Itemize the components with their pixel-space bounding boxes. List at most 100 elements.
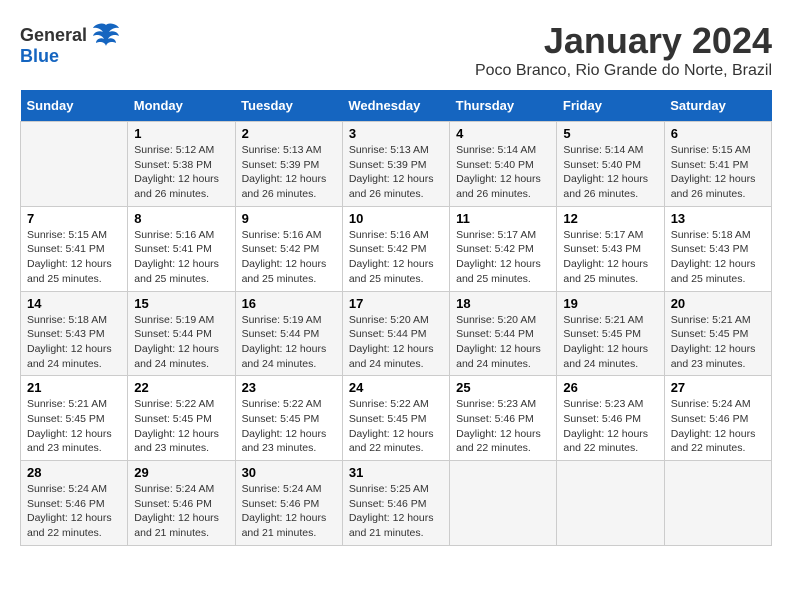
day-number: 5 <box>563 126 657 141</box>
day-info: Sunrise: 5:14 AM Sunset: 5:40 PM Dayligh… <box>456 143 550 202</box>
calendar-week-row: 1 Sunrise: 5:12 AM Sunset: 5:38 PM Daylig… <box>21 122 772 207</box>
day-info: Sunrise: 5:13 AM Sunset: 5:39 PM Dayligh… <box>349 143 443 202</box>
day-info: Sunrise: 5:22 AM Sunset: 5:45 PM Dayligh… <box>134 397 228 456</box>
calendar-cell: 23 Sunrise: 5:22 AM Sunset: 5:45 PM Dayli… <box>235 376 342 461</box>
calendar-cell: 18 Sunrise: 5:20 AM Sunset: 5:44 PM Dayli… <box>450 291 557 376</box>
day-number: 23 <box>242 380 336 395</box>
calendar-cell <box>557 461 664 546</box>
day-info: Sunrise: 5:14 AM Sunset: 5:40 PM Dayligh… <box>563 143 657 202</box>
calendar-cell: 10 Sunrise: 5:16 AM Sunset: 5:42 PM Dayli… <box>342 206 449 291</box>
day-number: 26 <box>563 380 657 395</box>
day-info: Sunrise: 5:15 AM Sunset: 5:41 PM Dayligh… <box>671 143 765 202</box>
day-info: Sunrise: 5:25 AM Sunset: 5:46 PM Dayligh… <box>349 482 443 541</box>
day-info: Sunrise: 5:22 AM Sunset: 5:45 PM Dayligh… <box>349 397 443 456</box>
calendar-cell: 31 Sunrise: 5:25 AM Sunset: 5:46 PM Dayli… <box>342 461 449 546</box>
day-info: Sunrise: 5:21 AM Sunset: 5:45 PM Dayligh… <box>27 397 121 456</box>
day-info: Sunrise: 5:21 AM Sunset: 5:45 PM Dayligh… <box>563 313 657 372</box>
calendar-table: SundayMondayTuesdayWednesdayThursdayFrid… <box>20 90 772 546</box>
day-number: 24 <box>349 380 443 395</box>
logo-blue: Blue <box>20 46 59 67</box>
day-number: 7 <box>27 211 121 226</box>
day-info: Sunrise: 5:24 AM Sunset: 5:46 PM Dayligh… <box>27 482 121 541</box>
month-year-title: January 2024 <box>475 20 772 62</box>
calendar-cell: 16 Sunrise: 5:19 AM Sunset: 5:44 PM Dayli… <box>235 291 342 376</box>
calendar-cell: 1 Sunrise: 5:12 AM Sunset: 5:38 PM Daylig… <box>128 122 235 207</box>
calendar-cell: 2 Sunrise: 5:13 AM Sunset: 5:39 PM Daylig… <box>235 122 342 207</box>
day-number: 3 <box>349 126 443 141</box>
day-number: 30 <box>242 465 336 480</box>
calendar-cell: 11Sunrise: 5:17 AM Sunset: 5:42 PM Dayli… <box>450 206 557 291</box>
calendar-cell: 19Sunrise: 5:21 AM Sunset: 5:45 PM Dayli… <box>557 291 664 376</box>
day-info: Sunrise: 5:18 AM Sunset: 5:43 PM Dayligh… <box>671 228 765 287</box>
day-number: 17 <box>349 296 443 311</box>
day-number: 22 <box>134 380 228 395</box>
day-header-friday: Friday <box>557 90 664 122</box>
title-section: January 2024 Poco Branco, Rio Grande do … <box>475 20 772 80</box>
calendar-cell <box>21 122 128 207</box>
calendar-cell: 26 Sunrise: 5:23 AM Sunset: 5:46 PM Dayli… <box>557 376 664 461</box>
calendar-week-row: 28Sunrise: 5:24 AM Sunset: 5:46 PM Dayli… <box>21 461 772 546</box>
location-subtitle: Poco Branco, Rio Grande do Norte, Brazil <box>475 62 772 80</box>
page-header: General Blue January 2024 Poco Branco, R… <box>20 20 772 80</box>
calendar-cell: 12 Sunrise: 5:17 AM Sunset: 5:43 PM Dayli… <box>557 206 664 291</box>
day-info: Sunrise: 5:17 AM Sunset: 5:43 PM Dayligh… <box>563 228 657 287</box>
calendar-cell: 28Sunrise: 5:24 AM Sunset: 5:46 PM Dayli… <box>21 461 128 546</box>
calendar-cell: 24 Sunrise: 5:22 AM Sunset: 5:45 PM Dayli… <box>342 376 449 461</box>
day-number: 14 <box>27 296 121 311</box>
logo: General Blue <box>20 20 121 67</box>
day-info: Sunrise: 5:16 AM Sunset: 5:42 PM Dayligh… <box>242 228 336 287</box>
calendar-cell <box>450 461 557 546</box>
calendar-cell: 5 Sunrise: 5:14 AM Sunset: 5:40 PM Daylig… <box>557 122 664 207</box>
day-number: 1 <box>134 126 228 141</box>
day-number: 16 <box>242 296 336 311</box>
day-header-tuesday: Tuesday <box>235 90 342 122</box>
calendar-week-row: 7 Sunrise: 5:15 AM Sunset: 5:41 PM Daylig… <box>21 206 772 291</box>
day-number: 31 <box>349 465 443 480</box>
day-info: Sunrise: 5:17 AM Sunset: 5:42 PM Dayligh… <box>456 228 550 287</box>
day-info: Sunrise: 5:20 AM Sunset: 5:44 PM Dayligh… <box>456 313 550 372</box>
calendar-week-row: 21 Sunrise: 5:21 AM Sunset: 5:45 PM Dayli… <box>21 376 772 461</box>
day-number: 6 <box>671 126 765 141</box>
day-info: Sunrise: 5:16 AM Sunset: 5:42 PM Dayligh… <box>349 228 443 287</box>
day-info: Sunrise: 5:19 AM Sunset: 5:44 PM Dayligh… <box>242 313 336 372</box>
day-info: Sunrise: 5:22 AM Sunset: 5:45 PM Dayligh… <box>242 397 336 456</box>
day-info: Sunrise: 5:21 AM Sunset: 5:45 PM Dayligh… <box>671 313 765 372</box>
day-info: Sunrise: 5:24 AM Sunset: 5:46 PM Dayligh… <box>671 397 765 456</box>
day-number: 20 <box>671 296 765 311</box>
day-info: Sunrise: 5:23 AM Sunset: 5:46 PM Dayligh… <box>563 397 657 456</box>
day-header-sunday: Sunday <box>21 90 128 122</box>
calendar-header-row: SundayMondayTuesdayWednesdayThursdayFrid… <box>21 90 772 122</box>
day-header-saturday: Saturday <box>664 90 771 122</box>
day-header-wednesday: Wednesday <box>342 90 449 122</box>
day-info: Sunrise: 5:16 AM Sunset: 5:41 PM Dayligh… <box>134 228 228 287</box>
day-info: Sunrise: 5:13 AM Sunset: 5:39 PM Dayligh… <box>242 143 336 202</box>
day-number: 9 <box>242 211 336 226</box>
calendar-cell: 14Sunrise: 5:18 AM Sunset: 5:43 PM Dayli… <box>21 291 128 376</box>
day-number: 4 <box>456 126 550 141</box>
day-number: 10 <box>349 211 443 226</box>
calendar-cell: 15Sunrise: 5:19 AM Sunset: 5:44 PM Dayli… <box>128 291 235 376</box>
calendar-cell: 6 Sunrise: 5:15 AM Sunset: 5:41 PM Daylig… <box>664 122 771 207</box>
day-info: Sunrise: 5:20 AM Sunset: 5:44 PM Dayligh… <box>349 313 443 372</box>
day-number: 18 <box>456 296 550 311</box>
day-info: Sunrise: 5:12 AM Sunset: 5:38 PM Dayligh… <box>134 143 228 202</box>
day-number: 15 <box>134 296 228 311</box>
day-info: Sunrise: 5:15 AM Sunset: 5:41 PM Dayligh… <box>27 228 121 287</box>
calendar-cell: 13 Sunrise: 5:18 AM Sunset: 5:43 PM Dayli… <box>664 206 771 291</box>
day-header-thursday: Thursday <box>450 90 557 122</box>
day-number: 27 <box>671 380 765 395</box>
calendar-cell: 27 Sunrise: 5:24 AM Sunset: 5:46 PM Dayli… <box>664 376 771 461</box>
day-number: 13 <box>671 211 765 226</box>
logo-general: General <box>20 25 87 46</box>
calendar-cell: 25Sunrise: 5:23 AM Sunset: 5:46 PM Dayli… <box>450 376 557 461</box>
calendar-cell: 17 Sunrise: 5:20 AM Sunset: 5:44 PM Dayli… <box>342 291 449 376</box>
calendar-cell: 3 Sunrise: 5:13 AM Sunset: 5:39 PM Daylig… <box>342 122 449 207</box>
calendar-cell: 30Sunrise: 5:24 AM Sunset: 5:46 PM Dayli… <box>235 461 342 546</box>
day-number: 29 <box>134 465 228 480</box>
calendar-cell: 22 Sunrise: 5:22 AM Sunset: 5:45 PM Dayli… <box>128 376 235 461</box>
day-number: 25 <box>456 380 550 395</box>
calendar-cell <box>664 461 771 546</box>
day-number: 12 <box>563 211 657 226</box>
day-number: 2 <box>242 126 336 141</box>
day-number: 21 <box>27 380 121 395</box>
